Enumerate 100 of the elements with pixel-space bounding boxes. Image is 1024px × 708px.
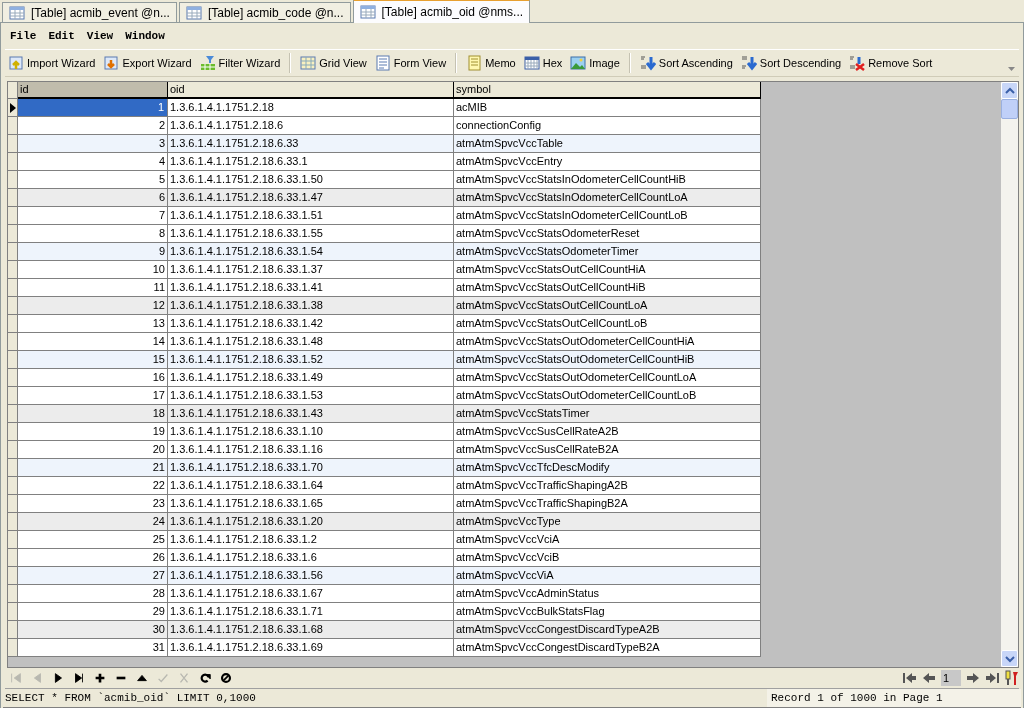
last-record-icon[interactable] bbox=[72, 671, 86, 685]
scroll-thumb[interactable] bbox=[1001, 99, 1018, 119]
table-cell: 1.3.6.1.4.1.1751.2.18.6.33.1.51 bbox=[168, 207, 454, 225]
menu-item[interactable]: Edit bbox=[47, 30, 76, 42]
export-icon bbox=[103, 55, 120, 71]
table-cell: atmAtmSpvcVccBulkStatsFlag bbox=[454, 603, 761, 621]
filter-icon bbox=[199, 55, 216, 71]
table-cell: 3 bbox=[18, 135, 168, 153]
sql-query-text: SELECT * FROM `acmib_oid` LIMIT 0,1000 bbox=[4, 692, 257, 704]
tools-icon[interactable] bbox=[1005, 670, 1019, 686]
table-cell: 2 bbox=[18, 117, 168, 135]
toolbar-button[interactable]: Image bbox=[567, 52, 623, 74]
overflow-chevron-icon[interactable] bbox=[1008, 67, 1015, 72]
table-cell: 14 bbox=[18, 333, 168, 351]
refresh-icon[interactable] bbox=[198, 671, 212, 685]
table-cell: 17 bbox=[18, 387, 168, 405]
plus-icon[interactable] bbox=[93, 671, 107, 685]
table-cell: 1.3.6.1.4.1.1751.2.18.6.33 bbox=[168, 135, 454, 153]
toolbar-button[interactable]: Grid View bbox=[297, 52, 370, 74]
table-cell: 22 bbox=[18, 477, 168, 495]
table-cell: 1.3.6.1.4.1.1751.2.18.6.33.1.16 bbox=[168, 441, 454, 459]
toolbar-button[interactable]: Sort Descending bbox=[737, 52, 845, 74]
table-cell: atmAtmSpvcVccStatsOutCellCountHiA bbox=[454, 261, 761, 279]
table-cell: 4 bbox=[18, 153, 168, 171]
table-icon bbox=[359, 4, 376, 20]
previous-page-icon[interactable] bbox=[921, 671, 937, 685]
table-cell: 12 bbox=[18, 297, 168, 315]
table-cell: atmAtmSpvcVccStatsInOdometerCellCountLoA bbox=[454, 189, 761, 207]
page-number-field[interactable]: 1 bbox=[941, 670, 961, 686]
table-cell: 1.3.6.1.4.1.1751.2.18.6.33.1.50 bbox=[168, 171, 454, 189]
table-cell: 1.3.6.1.4.1.1751.2.18.6.33.1.55 bbox=[168, 225, 454, 243]
table-cell: 1.3.6.1.4.1.1751.2.18.6.33.1.2 bbox=[168, 531, 454, 549]
table-cell: 1.3.6.1.4.1.1751.2.18.6.33.1.42 bbox=[168, 315, 454, 333]
table-cell: 1.3.6.1.4.1.1751.2.18.6.33.1.6 bbox=[168, 549, 454, 567]
table-cell: 21 bbox=[18, 459, 168, 477]
table-cell: 1.3.6.1.4.1.1751.2.18.6.33.1.65 bbox=[168, 495, 454, 513]
toolbar-button[interactable]: Form View bbox=[371, 52, 450, 74]
table-cell: 1.3.6.1.4.1.1751.2.18.6.33.1.38 bbox=[168, 297, 454, 315]
tab[interactable]: [Table] acmib_event @n... bbox=[2, 2, 177, 22]
table-cell: atmAtmSpvcVccStatsOutOdometerCellCountHiA bbox=[454, 333, 761, 351]
table-cell: atmAtmSpvcVccCongestDiscardTypeA2B bbox=[454, 621, 761, 639]
table-cell: atmAtmSpvcVccEntry bbox=[454, 153, 761, 171]
menu-item[interactable]: Window bbox=[124, 30, 166, 42]
column-header[interactable]: oid bbox=[168, 82, 454, 99]
sort-remove-icon bbox=[849, 55, 866, 71]
table-cell: atmAtmSpvcVccStatsOutOdometerCellCountLoB bbox=[454, 387, 761, 405]
stop-icon[interactable] bbox=[219, 671, 233, 685]
table-cell: 24 bbox=[18, 513, 168, 531]
table-cell: 1.3.6.1.4.1.1751.2.18.6.33.1.52 bbox=[168, 351, 454, 369]
toolbar-button[interactable]: Remove Sort bbox=[846, 52, 936, 74]
table-cell: atmAtmSpvcVccSusCellRateB2A bbox=[454, 441, 761, 459]
record-count-text: Record 1 of 1000 in Page 1 bbox=[767, 689, 1021, 707]
table-cell: 1.3.6.1.4.1.1751.2.18.6.33.1.20 bbox=[168, 513, 454, 531]
toolbar-button[interactable]: Import Wizard bbox=[5, 52, 99, 74]
vertical-scrollbar[interactable] bbox=[1001, 82, 1018, 667]
next-page-icon[interactable] bbox=[965, 671, 981, 685]
table-cell: atmAtmSpvcVccStatsOutCellCountLoB bbox=[454, 315, 761, 333]
current-row-icon bbox=[9, 102, 16, 113]
table-cell: atmAtmSpvcVccViA bbox=[454, 567, 761, 585]
column-header[interactable]: symbol bbox=[454, 82, 761, 99]
table-cell: 1.3.6.1.4.1.1751.2.18.6.33.1.64 bbox=[168, 477, 454, 495]
tab[interactable]: [Table] acmib_code @n... bbox=[178, 2, 351, 22]
table-cell: atmAtmSpvcVccStatsInOdometerCellCountHiB bbox=[454, 171, 761, 189]
table-cell: atmAtmSpvcVccStatsInOdometerCellCountLoB bbox=[454, 207, 761, 225]
table-cell: 1.3.6.1.4.1.1751.2.18.6.33.1.69 bbox=[168, 639, 454, 657]
table-cell: 29 bbox=[18, 603, 168, 621]
image-icon bbox=[570, 55, 587, 71]
table-cell: atmAtmSpvcVccStatsOutCellCountHiB bbox=[454, 279, 761, 297]
table-cell: 31 bbox=[18, 639, 168, 657]
table-cell: atmAtmSpvcVccStatsOdometerTimer bbox=[454, 243, 761, 261]
scroll-down-button[interactable] bbox=[1001, 650, 1018, 667]
column-header[interactable]: id bbox=[18, 82, 168, 99]
table-cell: 1.3.6.1.4.1.1751.2.18.6.33.1.41 bbox=[168, 279, 454, 297]
toolbar-button[interactable]: Hex bbox=[520, 52, 566, 74]
first-page-icon[interactable] bbox=[901, 671, 917, 685]
toolbar-button[interactable]: Filter Wizard bbox=[196, 52, 284, 74]
table-cell: connectionConfig bbox=[454, 117, 761, 135]
table-cell: atmAtmSpvcVccVciA bbox=[454, 531, 761, 549]
table-cell: atmAtmSpvcVccStatsOutOdometerCellCountHiB bbox=[454, 351, 761, 369]
menu-item[interactable]: View bbox=[85, 30, 115, 42]
toolbar-button[interactable]: Export Wizard bbox=[100, 52, 195, 74]
table-cell: atmAtmSpvcVccStatsOdometerReset bbox=[454, 225, 761, 243]
toolbar-button[interactable]: Sort Ascending bbox=[636, 52, 736, 74]
table-cell: 1.3.6.1.4.1.1751.2.18.6 bbox=[168, 117, 454, 135]
scroll-up-button[interactable] bbox=[1001, 82, 1018, 99]
caret-up-icon bbox=[1004, 86, 1015, 95]
last-page-icon[interactable] bbox=[985, 671, 1001, 685]
table-icon bbox=[185, 4, 202, 21]
toolbar-button[interactable]: Memo bbox=[463, 52, 519, 74]
table-cell: atmAtmSpvcVccStatsTimer bbox=[454, 405, 761, 423]
tab[interactable]: [Table] acmib_oid @nms... bbox=[352, 0, 531, 23]
table-cell: 1.3.6.1.4.1.1751.2.18 bbox=[168, 99, 454, 117]
table-cell: atmAtmSpvcVccTfcDescModify bbox=[454, 459, 761, 477]
menu-item[interactable]: File bbox=[9, 30, 38, 42]
table-cell: 6 bbox=[18, 189, 168, 207]
table-cell: 1.3.6.1.4.1.1751.2.18.6.33.1.43 bbox=[168, 405, 454, 423]
table-cell: atmAtmSpvcVccTrafficShapingA2B bbox=[454, 477, 761, 495]
table-cell: 1.3.6.1.4.1.1751.2.18.6.33.1.56 bbox=[168, 567, 454, 585]
form-icon bbox=[374, 55, 391, 71]
table-cell: 25 bbox=[18, 531, 168, 549]
